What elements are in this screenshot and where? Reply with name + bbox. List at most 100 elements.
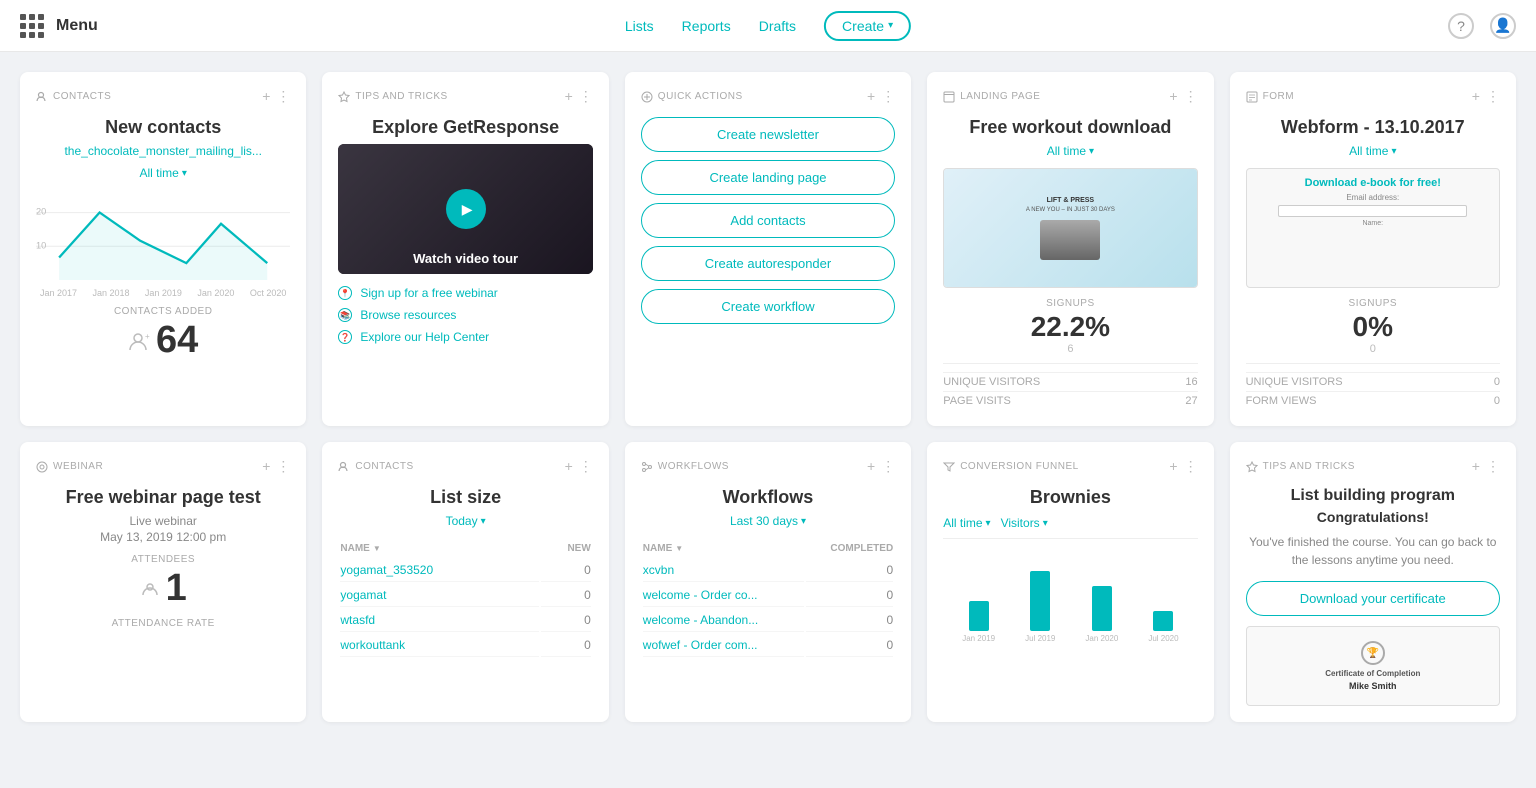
card-actions[interactable]: + ⋮ [565, 88, 593, 105]
menu-label: Menu [56, 17, 98, 35]
card-header: Landing Page + ⋮ [943, 88, 1197, 105]
add-icon[interactable]: + [262, 458, 270, 475]
lp-signups-count: 6 [943, 343, 1197, 355]
add-icon[interactable]: + [262, 88, 270, 105]
card-actions[interactable]: + ⋮ [1169, 88, 1197, 105]
workflow-link[interactable]: xcvbn [643, 563, 674, 577]
tips-link-resources[interactable]: 📚 Browse resources [338, 308, 592, 322]
contacts-chart: 20 10 [36, 190, 290, 280]
card-actions[interactable]: + ⋮ [867, 458, 895, 475]
workflow-link[interactable]: welcome - Abandon... [643, 613, 758, 627]
card-tag: Landing Page [943, 91, 1040, 103]
more-icon[interactable]: ⋮ [1184, 88, 1198, 105]
webinar-card: Webinar + ⋮ Free webinar page test Live … [20, 442, 306, 722]
menu-button[interactable]: Menu [20, 14, 98, 38]
list-name-link[interactable]: wtasfd [340, 613, 375, 627]
table-row: yogamat_353520 0 [340, 559, 590, 582]
webinar-attendees-label: ATTENDEES [36, 554, 290, 565]
add-icon[interactable]: + [1169, 88, 1177, 105]
more-icon[interactable]: ⋮ [579, 458, 593, 475]
help-center-icon: ❓ [338, 330, 352, 344]
create-button[interactable]: Create ▾ [824, 11, 911, 41]
create-autoresponder-button[interactable]: Create autoresponder [641, 246, 895, 281]
more-icon[interactable]: ⋮ [1184, 458, 1198, 475]
more-icon[interactable]: ⋮ [276, 88, 290, 105]
more-icon[interactable]: ⋮ [1486, 88, 1500, 105]
table-row: workouttank 0 [340, 634, 590, 657]
card-actions[interactable]: + ⋮ [867, 88, 895, 105]
workflow-link[interactable]: welcome - Order co... [643, 588, 758, 602]
add-contacts-button[interactable]: Add contacts [641, 203, 895, 238]
table-row: welcome - Order co... 0 [643, 584, 893, 607]
card-tag: Tips and Tricks [1246, 461, 1355, 473]
list-size-filter[interactable]: Today ▾ [338, 514, 592, 528]
funnel-title: Brownies [943, 487, 1197, 508]
landing-page-card: Landing Page + ⋮ Free workout download A… [927, 72, 1213, 426]
lp-unique-visitors: UNIQUE VISITORS 16 [943, 372, 1197, 391]
card-actions[interactable]: + ⋮ [262, 458, 290, 475]
workflow-link[interactable]: wofwef - Order com... [643, 638, 758, 652]
tips-link-help[interactable]: ❓ Explore our Help Center [338, 330, 592, 344]
alltime-filter[interactable]: All time ▾ [36, 166, 290, 180]
add-icon[interactable]: + [1472, 458, 1480, 475]
nav-drafts[interactable]: Drafts [759, 18, 796, 34]
add-contact-icon: + [128, 330, 150, 352]
chevron-down-icon: ▾ [182, 168, 187, 179]
add-icon[interactable]: + [867, 458, 875, 475]
more-icon[interactable]: ⋮ [276, 458, 290, 475]
more-icon[interactable]: ⋮ [579, 88, 593, 105]
create-workflow-button[interactable]: Create workflow [641, 289, 895, 324]
nav-right: ? 👤 [1448, 13, 1516, 39]
form-alltime-filter[interactable]: All time ▾ [1246, 144, 1500, 158]
list-name-link[interactable]: yogamat_353520 [340, 563, 433, 577]
webinar-date: May 13, 2019 12:00 pm [36, 530, 290, 544]
list-name-link[interactable]: workouttank [340, 638, 405, 652]
workflows-filter[interactable]: Last 30 days ▾ [641, 514, 895, 528]
help-icon[interactable]: ? [1448, 13, 1474, 39]
more-icon[interactable]: ⋮ [1486, 458, 1500, 475]
card-header: Contacts + ⋮ [338, 458, 592, 475]
chevron-down-icon: ▾ [1043, 518, 1048, 529]
list-name-link[interactable]: yogamat [340, 588, 386, 602]
nav-lists[interactable]: Lists [625, 18, 654, 34]
card-actions[interactable]: + ⋮ [1169, 458, 1197, 475]
more-icon[interactable]: ⋮ [881, 88, 895, 105]
video-label: Watch video tour [338, 251, 592, 266]
lp-alltime-filter[interactable]: All time ▾ [943, 144, 1197, 158]
contacts-list-link[interactable]: the_chocolate_monster_mailing_lis... [36, 144, 290, 158]
create-landing-page-button[interactable]: Create landing page [641, 160, 895, 195]
cert-label: Certificate of Completion [1325, 669, 1420, 678]
create-newsletter-button[interactable]: Create newsletter [641, 117, 895, 152]
user-icon[interactable]: 👤 [1490, 13, 1516, 39]
book-icon: 📚 [338, 308, 352, 322]
tips-link-webinar[interactable]: 📍 Sign up for a free webinar [338, 286, 592, 300]
funnel-alltime-filter[interactable]: All time ▾ [943, 516, 990, 530]
table-row: yogamat 0 [340, 584, 590, 607]
funnel-visitors-filter[interactable]: Visitors ▾ [1001, 516, 1048, 530]
lp-signups-label: SIGNUPS [943, 298, 1197, 309]
cert-icon: 🏆 [1361, 641, 1385, 665]
play-button[interactable] [446, 189, 486, 229]
workflows-icon [641, 461, 653, 473]
svg-text:10: 10 [36, 241, 46, 251]
new-col-header: NEW [541, 540, 591, 557]
contacts-icon [36, 91, 48, 103]
nav-reports[interactable]: Reports [682, 18, 731, 34]
add-icon[interactable]: + [867, 88, 875, 105]
card-actions[interactable]: + ⋮ [262, 88, 290, 105]
svg-text:20: 20 [36, 207, 46, 217]
card-actions[interactable]: + ⋮ [565, 458, 593, 475]
nav-center: Lists Reports Drafts Create ▾ [625, 11, 911, 41]
more-icon[interactable]: ⋮ [881, 458, 895, 475]
form-signups-count: 0 [1246, 343, 1500, 355]
add-icon[interactable]: + [1472, 88, 1480, 105]
add-icon[interactable]: + [565, 458, 573, 475]
add-icon[interactable]: + [565, 88, 573, 105]
download-certificate-button[interactable]: Download your certificate [1246, 581, 1500, 616]
add-icon[interactable]: + [1169, 458, 1177, 475]
card-actions[interactable]: + ⋮ [1472, 88, 1500, 105]
card-actions[interactable]: + ⋮ [1472, 458, 1500, 475]
webinar-type: Live webinar [36, 514, 290, 528]
tips-title: Explore GetResponse [338, 117, 592, 138]
video-thumbnail[interactable]: Watch video tour [338, 144, 592, 274]
